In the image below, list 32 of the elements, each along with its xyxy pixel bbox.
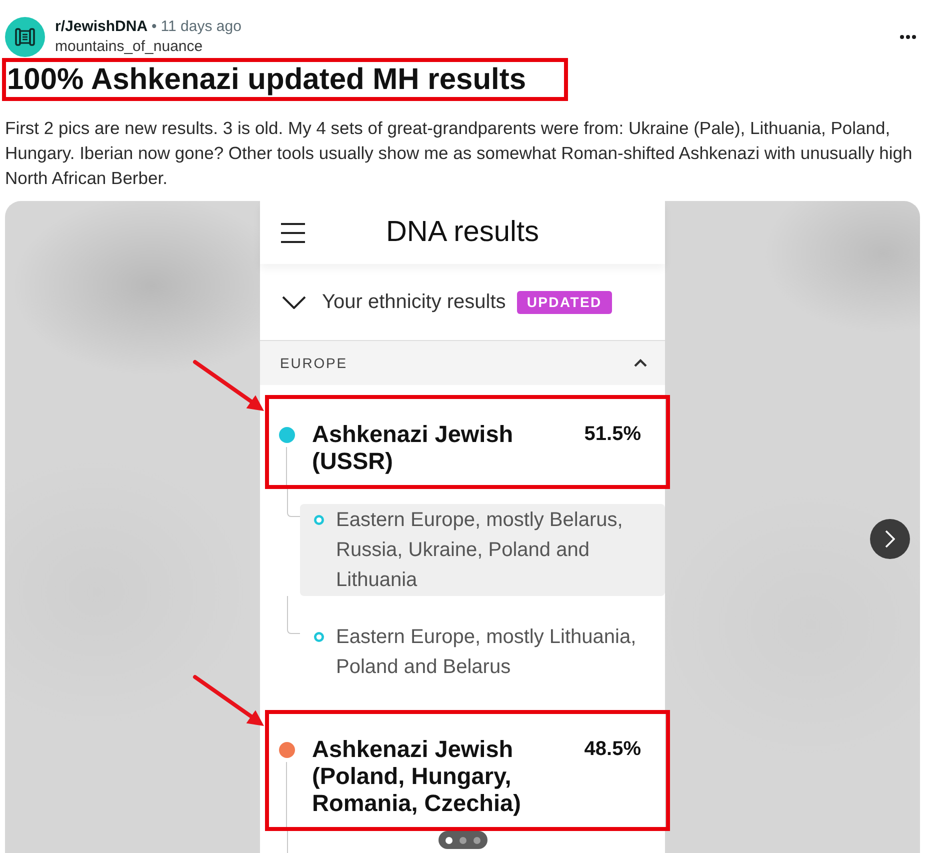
section-label: EUROPE xyxy=(280,355,348,371)
next-button[interactable] xyxy=(870,519,910,559)
ethnicity-percent: 48.5% xyxy=(584,737,641,762)
chevron-right-icon xyxy=(885,530,895,548)
tree-branch xyxy=(287,596,300,634)
page-dot[interactable] xyxy=(473,836,480,844)
post-time: 11 days ago xyxy=(160,18,242,36)
ethnicity-name: Ashkenazi Jewish (Poland, Hungary, Romania, Czechia) xyxy=(312,736,522,817)
page-dot[interactable] xyxy=(459,836,466,844)
subregion-item[interactable]: Eastern Europe, mostly Belarus, Russia, Ukraine, Poland and Lithuania xyxy=(300,504,665,596)
menu-icon[interactable] xyxy=(281,222,305,242)
scroll-avatar-icon xyxy=(5,17,45,57)
subreddit-link[interactable]: r/JewishDNA xyxy=(55,18,148,36)
results-label: Your ethnicity results xyxy=(322,290,506,314)
chevron-up-icon[interactable] xyxy=(634,359,647,367)
updated-badge: UPDATED xyxy=(516,290,612,314)
ethnicity-percent: 51.5% xyxy=(584,422,641,447)
chevron-down-icon[interactable] xyxy=(282,296,306,308)
subregion-dot-icon xyxy=(314,632,324,642)
tree-line xyxy=(286,447,287,485)
post-title: 100% Ashkenazi updated MH results xyxy=(7,62,528,97)
tree-line xyxy=(286,762,287,827)
ellipsis-icon xyxy=(900,35,916,39)
page-dot[interactable] xyxy=(445,836,452,844)
author-link[interactable]: mountains_of_nuance xyxy=(55,38,242,56)
subregion-dot-icon xyxy=(314,515,324,525)
meta-separator: • xyxy=(152,18,157,36)
post-body: First 2 pics are new results. 3 is old. My 4 sets of great-grandparents were from: Ukraine (Pale), Lithuania, Poland, Hungary. Iberian now gone? Other tools usually show me as somewhat Roman-shifted Ashkenazi with unusually high North African Berber. xyxy=(5,117,914,190)
app-title: DNA results xyxy=(386,216,540,249)
subregion-item[interactable]: Eastern Europe, mostly Lithuania, Poland and Belarus xyxy=(300,621,665,683)
section-header[interactable]: EUROPE xyxy=(260,340,665,385)
ethnicity-name: Ashkenazi Jewish (USSR) xyxy=(312,421,514,475)
